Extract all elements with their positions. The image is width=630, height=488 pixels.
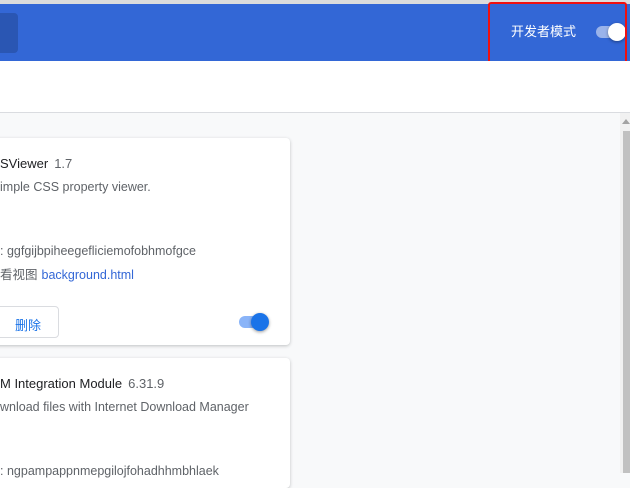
views-label: 看视图 [0,268,38,282]
extension-description: imple CSS property viewer. [0,180,151,194]
extension-card: M Integration Module 6.31.9 wnload files … [0,358,290,488]
extension-card: SViewer 1.7 imple CSS property viewer. : … [0,138,290,345]
search-box[interactable] [0,13,18,53]
id-label: : [0,464,4,478]
scrollbar[interactable] [620,113,630,473]
extension-name: SViewer [0,156,49,171]
id-label: : [0,244,4,258]
extension-name: M Integration Module [0,376,123,391]
extension-version: 6.31.9 [128,376,165,391]
extension-description: wnload files with Internet Download Mana… [0,400,249,414]
extension-id: ggfgijbpiheegefliciemofobhmofgce [6,244,196,258]
extension-enable-toggle[interactable] [239,313,269,331]
view-link-background[interactable]: background.html [42,268,134,282]
scroll-up-arrow-icon[interactable] [622,119,630,124]
toolbar [0,61,630,113]
remove-button[interactable]: 删除 [0,306,59,338]
extension-version: 1.7 [54,156,73,171]
scrollbar-thumb[interactable] [623,131,630,473]
extension-id: ngpampappnmepgilojfohadhhmbhlaek [6,464,219,478]
highlight-box [488,2,627,65]
